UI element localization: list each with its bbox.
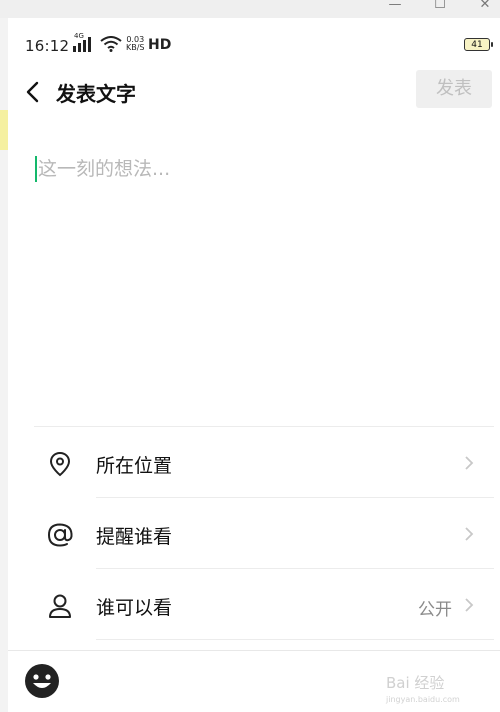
network-speed: 0.03 KB/S (126, 36, 145, 52)
divider (96, 497, 494, 498)
option-remind-label: 提醒谁看 (96, 526, 173, 548)
chevron-right-icon (465, 598, 474, 612)
chevron-left-icon[interactable] (20, 78, 48, 106)
emoji-icon[interactable] (24, 663, 60, 699)
hd-indicator: HD (148, 37, 172, 53)
chevron-right-icon (465, 527, 474, 541)
option-remind[interactable]: 提醒谁看 (8, 499, 500, 569)
watermark-sub: jingyan.baidu.com (386, 695, 460, 704)
divider (34, 426, 494, 427)
text-caret (35, 156, 37, 182)
minimize-button[interactable]: — (380, 0, 410, 18)
window-titlebar: — ☐ ✕ (0, 0, 500, 18)
person-icon (49, 594, 71, 618)
battery-icon: 41 (464, 38, 493, 51)
option-location[interactable]: 所在位置 (8, 428, 500, 498)
divider (96, 568, 494, 569)
option-visibility-value: 公开 (418, 600, 452, 620)
phone-screen: 16:12 4G 0.03 KB/S HD 41 发表文字 发表 这一刻的想法.… (8, 18, 500, 712)
network-speed-unit: KB/S (126, 43, 145, 52)
publish-button[interactable]: 发表 (416, 70, 492, 108)
option-visibility-label: 谁可以看 (96, 597, 173, 619)
chevron-right-icon (465, 456, 474, 470)
close-button[interactable]: ✕ (470, 0, 500, 18)
signal-icon (73, 37, 91, 52)
background-window-strip (0, 18, 8, 712)
option-location-label: 所在位置 (96, 455, 173, 477)
location-pin-icon (49, 451, 71, 477)
wifi-icon (100, 36, 122, 52)
watermark-text: Bai 经验 (386, 674, 445, 692)
page-title: 发表文字 (56, 82, 136, 106)
toolbar-divider (8, 650, 500, 651)
at-sign-icon (47, 523, 73, 547)
maximize-button[interactable]: ☐ (425, 0, 455, 18)
divider (96, 639, 494, 640)
status-bar: 16:12 4G 0.03 KB/S HD 41 (8, 18, 500, 70)
app-header: 发表文字 发表 (8, 70, 500, 114)
post-text-input[interactable] (38, 154, 478, 184)
watermark: Bai 经验 jingyan.baidu.com (386, 672, 460, 704)
option-visibility[interactable]: 谁可以看 公开 (8, 570, 500, 640)
status-time: 16:12 (25, 37, 70, 55)
background-highlight (0, 110, 8, 150)
battery-level: 41 (471, 40, 483, 50)
